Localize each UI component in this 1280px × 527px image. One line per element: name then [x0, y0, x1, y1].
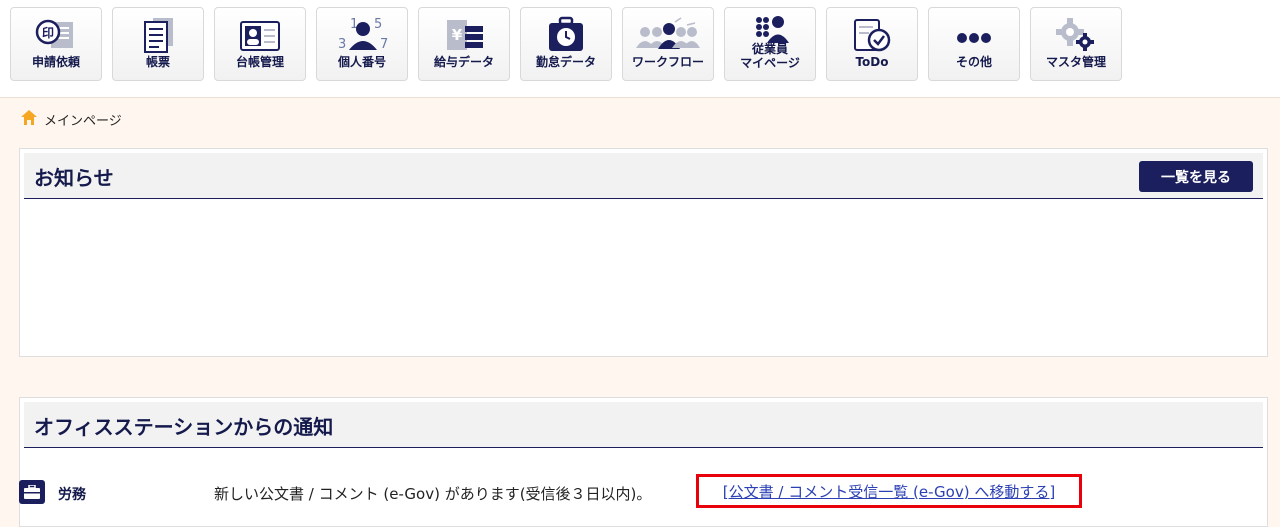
egov-document-link[interactable]: [公文書 / コメント受信一覧 (e-Gov) へ移動する] — [696, 474, 1082, 508]
stamp-document-icon: 印 — [33, 15, 79, 55]
nav-attendance-data[interactable]: 勤怠データ — [520, 7, 612, 81]
notice-message: 新しい公文書 / コメント (e-Gov) があります(受信後３日以内)。 — [214, 485, 652, 503]
nav-label: 従業員 マイページ — [740, 42, 800, 70]
home-icon[interactable] — [20, 109, 38, 130]
nav-label: ToDo — [855, 55, 889, 69]
nav-employee-mypage[interactable]: 従業員 マイページ — [724, 7, 816, 81]
nav-forms[interactable]: 帳票 — [112, 7, 204, 81]
personal-number-icon: 1 5 3 7 — [334, 15, 390, 55]
main-nav: 印 申請依頼 帳票 台帳管理 1 5 3 7 個人番号 ¥ 給与データ 勤怠デー… — [10, 7, 1122, 81]
nav-label: その他 — [955, 55, 992, 69]
nav-master-settings[interactable]: マスタ管理 — [1030, 7, 1122, 81]
digit-3: 3 — [338, 37, 346, 52]
nav-label: 申請依頼 — [31, 55, 80, 69]
todo-check-icon — [849, 15, 895, 55]
breadcrumb-current: メインページ — [44, 114, 122, 129]
nav-label: 帳票 — [145, 55, 170, 69]
gears-icon — [1053, 15, 1099, 55]
nav-salary-data[interactable]: ¥ 給与データ — [418, 7, 510, 81]
nav-label: 勤怠データ — [535, 55, 596, 69]
nav-ledger[interactable]: 台帳管理 — [214, 7, 306, 81]
notice-title: オフィスステーションからの通知 — [34, 415, 334, 439]
salary-yen-icon: ¥ — [441, 15, 487, 55]
news-panel: お知らせ 一覧を見る — [19, 148, 1268, 357]
news-title: お知らせ — [34, 166, 114, 190]
nav-apply-request[interactable]: 印 申請依頼 — [10, 7, 102, 81]
briefcase-icon — [19, 480, 45, 504]
digit-7: 7 — [380, 37, 388, 52]
digit-5: 5 — [374, 17, 382, 32]
nav-label: 個人番号 — [337, 55, 386, 69]
svg-text:印: 印 — [42, 26, 54, 40]
nav-label: 給与データ — [433, 55, 494, 69]
nav-label: ワークフロー — [631, 55, 704, 69]
breadcrumb: メインページ — [20, 109, 122, 130]
yen-glyph: ¥ — [452, 26, 463, 44]
nav-todo[interactable]: ToDo — [826, 7, 918, 81]
nav-personal-number[interactable]: 1 5 3 7 個人番号 — [316, 7, 408, 81]
employee-mypage-icon — [747, 13, 793, 45]
top-toolbar: 印 申請依頼 帳票 台帳管理 1 5 3 7 個人番号 ¥ 給与データ 勤怠デー… — [0, 0, 1280, 98]
view-list-button[interactable]: 一覧を見る — [1139, 161, 1253, 192]
attendance-clock-icon — [543, 15, 589, 55]
nav-workflow[interactable]: ワークフロー — [622, 7, 714, 81]
news-panel-header: お知らせ 一覧を見る — [24, 153, 1263, 199]
nav-label: 台帳管理 — [235, 55, 284, 69]
ledger-card-icon — [237, 15, 283, 55]
form-document-icon — [135, 15, 181, 55]
workflow-people-icon — [635, 15, 701, 55]
nav-label: マスタ管理 — [1045, 55, 1106, 69]
nav-others[interactable]: その他 — [928, 7, 1020, 81]
more-dots-icon — [951, 15, 997, 55]
notice-category: 労務 — [58, 487, 86, 503]
notice-panel-header: オフィスステーションからの通知 — [24, 402, 1263, 448]
